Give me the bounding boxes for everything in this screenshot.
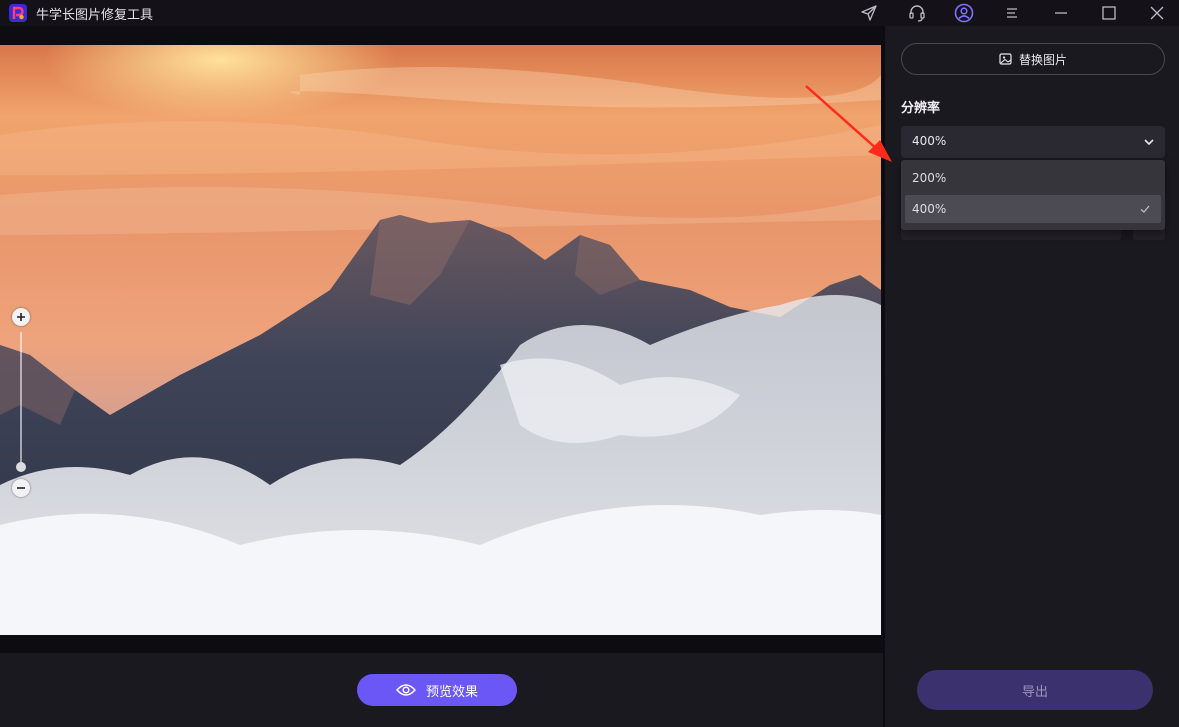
resolution-option-200[interactable]: 200% <box>905 164 1161 192</box>
plus-icon <box>17 313 25 321</box>
zoom-slider-track[interactable] <box>20 332 22 468</box>
send-icon[interactable] <box>854 0 884 26</box>
minus-icon <box>17 487 25 489</box>
replace-image-label: 替换图片 <box>1018 52 1067 67</box>
resolution-select[interactable]: 400% <box>901 126 1165 158</box>
app-logo-icon <box>9 4 27 22</box>
menu-icon[interactable] <box>997 0 1027 26</box>
minimize-icon[interactable] <box>1046 0 1076 26</box>
resolution-dropdown: 200% 400% <box>901 160 1165 230</box>
mountain-photo[interactable] <box>0 45 881 635</box>
zoom-slider-thumb[interactable] <box>16 462 26 472</box>
zoom-control <box>11 308 31 498</box>
preview-button-label: 预览效果 <box>425 684 478 700</box>
resolution-select-value: 400% <box>912 134 947 148</box>
resolution-option-400[interactable]: 400% <box>905 195 1161 223</box>
image-icon <box>999 53 1012 65</box>
check-icon <box>1140 205 1150 213</box>
canvas-area <box>0 26 883 653</box>
annotation-arrow-icon <box>805 85 892 162</box>
title-bar: 牛学长图片修复工具 <box>0 0 1179 26</box>
app-title: 牛学长图片修复工具 <box>36 8 154 23</box>
eye-icon <box>395 684 416 696</box>
zoom-out-button[interactable] <box>12 479 30 497</box>
maximize-icon[interactable] <box>1094 0 1124 26</box>
headset-icon[interactable] <box>902 0 932 26</box>
zoom-in-button[interactable] <box>12 308 30 326</box>
replace-image-button[interactable]: 替换图片 <box>901 43 1165 75</box>
preview-button[interactable]: 预览效果 <box>357 674 517 706</box>
export-button-label: 导出 <box>1021 684 1048 700</box>
export-button[interactable]: 导出 <box>917 670 1153 710</box>
user-icon[interactable] <box>949 0 979 26</box>
close-icon[interactable] <box>1142 0 1172 26</box>
resolution-label: 分辨率 <box>901 101 941 116</box>
chevron-down-icon <box>1144 139 1154 146</box>
